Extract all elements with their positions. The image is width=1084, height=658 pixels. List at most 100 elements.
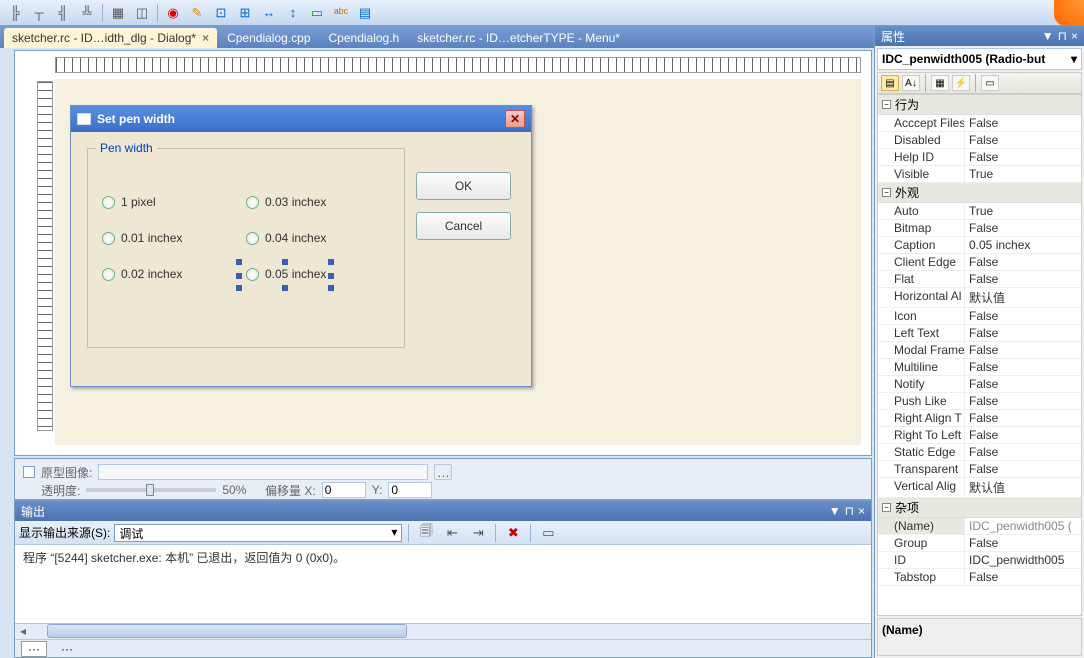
tb-icon[interactable]: ┬ — [28, 3, 50, 23]
prop-row[interactable]: TabstopFalse — [878, 569, 1081, 586]
output-title: 输出 — [21, 503, 45, 520]
clear-icon[interactable]: ✖ — [502, 523, 524, 543]
prop-row[interactable]: BitmapFalse — [878, 220, 1081, 237]
prop-row[interactable]: AutoTrue — [878, 203, 1081, 220]
prop-row[interactable]: IconFalse — [878, 308, 1081, 325]
prop-row[interactable]: Acccept FilesFalse — [878, 115, 1081, 132]
cancel-button[interactable]: Cancel — [416, 212, 511, 240]
properties-object-select[interactable]: IDC_penwidth005 (Radio-but ▾ — [877, 48, 1082, 70]
prop-row[interactable]: (Name)IDC_penwidth005 ( — [878, 518, 1081, 535]
prop-category[interactable]: −杂项 — [878, 498, 1081, 518]
alpha-sort-icon[interactable]: A↓ — [902, 75, 920, 91]
prop-row[interactable]: MultilineFalse — [878, 359, 1081, 376]
prop-row[interactable]: IDIDC_penwidth005 — [878, 552, 1081, 569]
prev-icon[interactable]: ⇤ — [441, 523, 463, 543]
prop-row[interactable]: Right Align TFalse — [878, 410, 1081, 427]
msgs-icon[interactable]: ▭ — [981, 75, 999, 91]
output-body[interactable]: 程序 “[5244] sketcher.exe: 本机” 已退出，返回值为 0 … — [15, 545, 871, 623]
prop-row[interactable]: DisabledFalse — [878, 132, 1081, 149]
pin-icon[interactable]: ⊓ — [1058, 29, 1067, 43]
tab-menu[interactable]: sketcher.rc - ID…etcherTYPE - Menu* — [409, 28, 628, 48]
prototype-label: 原型图像: — [41, 464, 92, 481]
prop-row[interactable]: Help IDFalse — [878, 149, 1081, 166]
tb-icon[interactable]: ╩ — [76, 3, 98, 23]
properties-grid[interactable]: −行为Acccept FilesFalseDisabledFalseHelp I… — [877, 94, 1082, 616]
prop-category[interactable]: −外观 — [878, 183, 1081, 203]
prop-row[interactable]: Push LikeFalse — [878, 393, 1081, 410]
browse-button[interactable]: … — [434, 464, 452, 480]
tab-dialog[interactable]: sketcher.rc - ID…idth_dlg - Dialog* × — [4, 28, 217, 48]
radio-005-selected[interactable]: 0.05 inchex — [246, 267, 390, 281]
opacity-slider[interactable] — [86, 488, 216, 492]
output-header[interactable]: 输出 ▼ ⊓ × — [15, 501, 871, 521]
prototype-checkbox[interactable] — [23, 466, 35, 478]
properties-header[interactable]: 属性 ▼⊓× — [875, 26, 1084, 46]
tb-icon[interactable]: ↔ — [258, 3, 280, 23]
close-icon[interactable]: ✕ — [505, 110, 525, 128]
designer-canvas[interactable]: Set pen width ✕ Pen width 1 pixel 0.03 i… — [14, 50, 872, 456]
prototype-path-input[interactable] — [98, 464, 428, 480]
tb-icon[interactable]: ▦ — [107, 3, 129, 23]
tb-icon[interactable]: ▭ — [306, 3, 328, 23]
prop-row[interactable]: FlatFalse — [878, 271, 1081, 288]
ruler-vertical — [37, 81, 53, 431]
radio-1pixel[interactable]: 1 pixel — [102, 195, 246, 209]
offset-y-input[interactable] — [388, 482, 432, 498]
groupbox-penwidth[interactable]: Pen width 1 pixel 0.03 inchex 0.01 inche… — [87, 148, 405, 348]
find-icon[interactable]: 🗐 — [415, 523, 437, 543]
prop-row[interactable]: VisibleTrue — [878, 166, 1081, 183]
radio-003[interactable]: 0.03 inchex — [246, 195, 390, 209]
prop-row[interactable]: Vertical Alig默认值 — [878, 478, 1081, 498]
tb-icon[interactable]: ⊡ — [210, 3, 232, 23]
tb-icon[interactable]: ◉ — [162, 3, 184, 23]
tab-h[interactable]: Cpendialog.h — [321, 28, 408, 48]
prop-row[interactable]: Modal FrameFalse — [878, 342, 1081, 359]
tb-icon[interactable]: ▤ — [354, 3, 376, 23]
dialog-titlebar[interactable]: Set pen width ✕ — [71, 106, 531, 132]
dialog-preview[interactable]: Set pen width ✕ Pen width 1 pixel 0.03 i… — [70, 105, 532, 387]
pin-icon[interactable]: ⊓ — [845, 504, 854, 518]
dropdown-icon[interactable]: ▼ — [1042, 29, 1054, 43]
offset-x-input[interactable] — [322, 482, 366, 498]
bottom-tab[interactable]: ··· — [21, 641, 47, 657]
prop-row[interactable]: Horizontal Al默认值 — [878, 288, 1081, 308]
tb-icon[interactable]: ◫ — [131, 3, 153, 23]
events-icon[interactable]: ⚡ — [952, 75, 970, 91]
wrap-icon[interactable]: ▭ — [537, 523, 559, 543]
next-icon[interactable]: ⇥ — [467, 523, 489, 543]
radio-004[interactable]: 0.04 inchex — [246, 231, 390, 245]
tb-icon[interactable]: ╠ — [4, 3, 26, 23]
close-icon[interactable]: × — [858, 504, 865, 518]
h-scrollbar[interactable]: ◂ — [15, 623, 871, 639]
tb-icon[interactable]: ⊞ — [234, 3, 256, 23]
prop-row[interactable]: Left TextFalse — [878, 325, 1081, 342]
dialog-body: Pen width 1 pixel 0.03 inchex 0.01 inche… — [71, 132, 531, 386]
close-icon[interactable]: × — [1071, 29, 1078, 43]
dropdown-icon[interactable]: ▼ — [829, 504, 841, 518]
tab-label: sketcher.rc - ID…etcherTYPE - Menu* — [417, 31, 620, 45]
tb-icon[interactable]: ╣ — [52, 3, 74, 23]
radio-002[interactable]: 0.02 inchex — [102, 267, 246, 281]
prop-row[interactable]: Caption0.05 inchex — [878, 237, 1081, 254]
categorized-icon[interactable]: ▤ — [881, 75, 899, 91]
properties-description: (Name) — [877, 618, 1082, 656]
props-page-icon[interactable]: ▦ — [931, 75, 949, 91]
prop-row[interactable]: Right To LeftFalse — [878, 427, 1081, 444]
prop-row[interactable]: Static EdgeFalse — [878, 444, 1081, 461]
tb-icon[interactable]: ✎ — [186, 3, 208, 23]
prop-row[interactable]: Client EdgeFalse — [878, 254, 1081, 271]
tb-icon[interactable]: ↕ — [282, 3, 304, 23]
prop-row[interactable]: TransparentFalse — [878, 461, 1081, 478]
close-icon[interactable]: × — [202, 31, 209, 45]
radio-001[interactable]: 0.01 inchex — [102, 231, 246, 245]
prop-category[interactable]: −行为 — [878, 95, 1081, 115]
ok-button[interactable]: OK — [416, 172, 511, 200]
ruler-horizontal — [55, 57, 861, 73]
prototype-image-bar: 原型图像: … 透明度: 50% 偏移量 X: Y: — [14, 458, 872, 500]
prop-row[interactable]: GroupFalse — [878, 535, 1081, 552]
bottom-tab[interactable]: ··· — [55, 642, 79, 656]
tab-cpp[interactable]: Cpendialog.cpp — [219, 28, 318, 48]
prop-row[interactable]: NotifyFalse — [878, 376, 1081, 393]
output-source-select[interactable]: 调试▾ — [114, 524, 402, 542]
tb-icon[interactable]: ᵃᵇᶜ — [330, 3, 352, 23]
